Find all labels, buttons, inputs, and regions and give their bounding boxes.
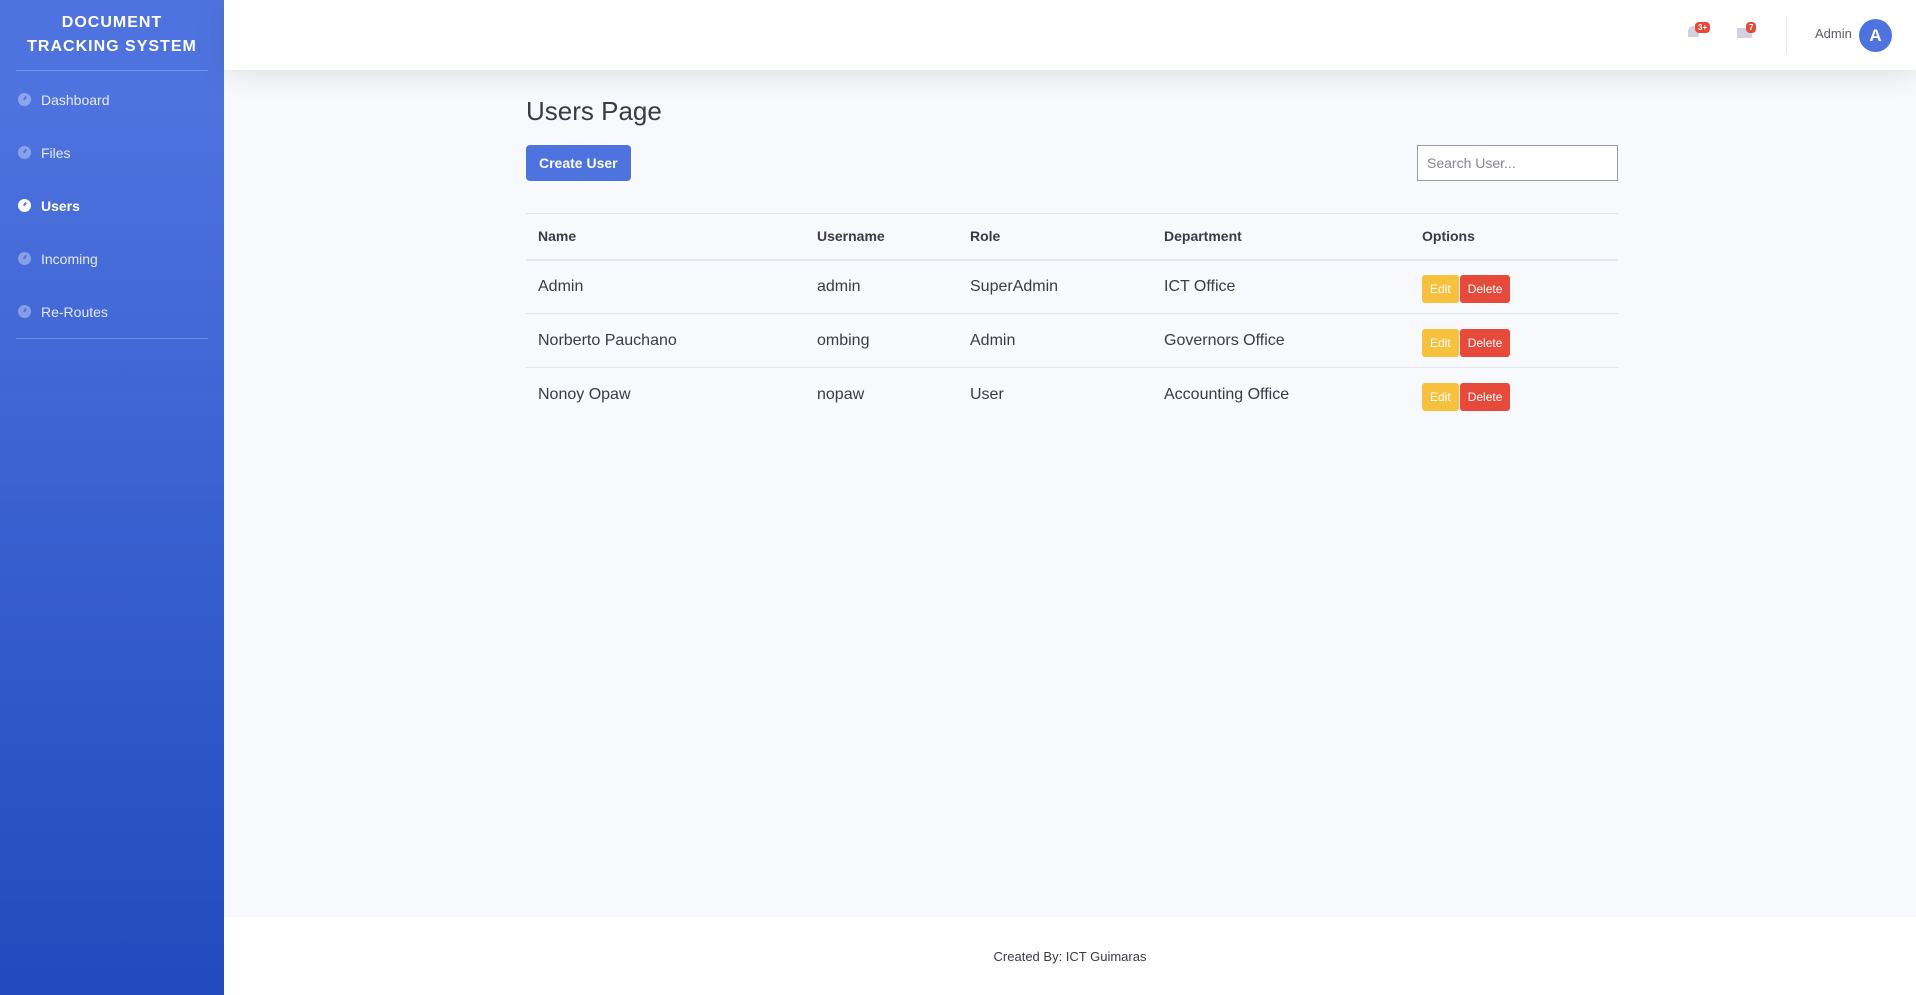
delete-button[interactable]: Delete [1459,275,1511,304]
edit-button[interactable]: Edit [1422,275,1459,304]
sidebar-item-re-routes[interactable]: Re-Routes [0,285,224,338]
user-name[interactable]: Admin [1815,26,1852,41]
cell-name: Nonoy Opaw [538,385,631,403]
dashboard-icon [18,93,31,106]
sidebar-item-label: Dashboard [41,91,110,108]
topbar: 3+ 7 Admin A [224,0,1916,70]
search-user-input[interactable] [1417,145,1618,181]
column-header-role: Role [958,213,1152,261]
messages-badge: 7 [1746,22,1757,33]
create-user-button[interactable]: Create User [526,145,631,181]
footer-credit: Created By: ICT Guimaras [993,948,1147,964]
column-header-department: Department [1152,213,1410,261]
table-row: Nonoy Opaw nopaw User Accounting Office … [526,368,1618,422]
table-header-row: Name Username Role Department Options [526,213,1618,261]
cell-department: Accounting Office [1164,385,1290,403]
users-table: Name Username Role Department Options Ad… [526,213,1618,422]
cell-department: ICT Office [1152,259,1410,314]
cell-name: Admin [526,259,805,314]
cell-options: Edit Delete [1410,313,1618,368]
column-header-options: Options [1410,213,1618,261]
dashboard-icon [18,252,31,265]
cell-name: Norberto Pauchano [526,313,805,368]
sidebar-nav: Dashboard Files Users Incoming Re-Routes [0,71,224,338]
envelope-icon[interactable]: 7 [1737,22,1757,39]
column-header-name: Name [526,213,805,261]
column-header-username: Username [805,213,958,261]
toolbar: Create User [526,145,1618,181]
avatar[interactable]: A [1859,19,1892,52]
sidebar-item-dashboard[interactable]: Dashboard [0,73,224,126]
table-row: Norberto Pauchano ombing Admin Governors… [526,313,1618,368]
sidebar-item-label: Re-Routes [41,303,108,320]
sidebar: DOCUMENT TRACKING SYSTEM Dashboard Files… [0,0,224,995]
cell-username: nopaw [817,385,865,403]
delete-button[interactable]: Delete [1459,329,1511,357]
sidebar-item-label: Users [41,197,80,214]
cell-role: Admin [958,313,1152,368]
brand-title[interactable]: DOCUMENT TRACKING SYSTEM [0,0,224,70]
cell-role: SuperAdmin [958,259,1152,314]
sidebar-item-users[interactable]: Users [0,179,224,232]
cell-options: Edit Delete [1410,259,1618,314]
sidebar-item-label: Files [41,144,71,161]
table-row: Admin admin SuperAdmin ICT Office Edit De… [526,259,1618,314]
edit-button[interactable]: Edit [1422,329,1459,357]
page-title: Users Page [526,96,662,126]
dashboard-icon [18,305,31,318]
sidebar-item-incoming[interactable]: Incoming [0,232,224,285]
footer: Created By: ICT Guimaras [224,917,1916,995]
sidebar-item-files[interactable]: Files [0,126,224,179]
delete-button[interactable]: Delete [1459,383,1511,412]
dashboard-icon [18,199,31,212]
edit-button[interactable]: Edit [1422,383,1459,412]
dashboard-icon [18,146,31,159]
bell-icon[interactable]: 3+ [1686,22,1711,39]
main-content: Users Page Create User Name Username Rol… [526,70,1618,422]
sidebar-item-label: Incoming [41,250,98,267]
cell-department: Governors Office [1152,313,1410,368]
sidebar-divider [16,338,208,339]
alerts-badge: 3+ [1695,22,1711,33]
cell-options: Edit Delete [1410,368,1618,422]
cell-username: ombing [805,313,958,368]
cell-username: admin [805,259,958,314]
cell-role: User [970,385,1004,403]
topbar-divider [1786,16,1787,54]
